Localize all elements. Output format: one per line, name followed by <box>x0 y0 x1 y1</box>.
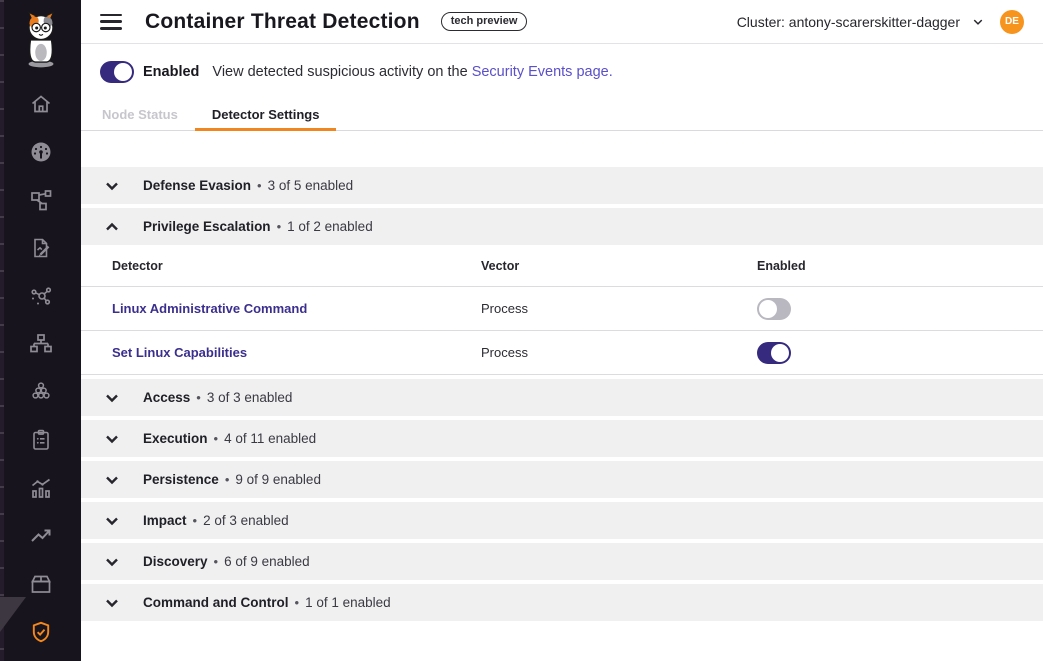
section-privilege-escalation[interactable]: Privilege Escalation • 1 of 2 enabled <box>81 208 1043 245</box>
menu-icon[interactable] <box>100 14 122 30</box>
status-card: Enabled View detected suspicious activit… <box>81 44 1043 131</box>
section-command-and-control[interactable]: Command and Control • 1 of 1 enabled <box>81 584 1043 621</box>
security-events-link[interactable]: Security Events page. <box>472 64 613 80</box>
column-header-vector: Vector <box>481 259 757 273</box>
chevron-down-icon <box>105 179 119 193</box>
detector-settings-panel: Defense Evasion • 3 of 5 enabled Privile… <box>81 131 1043 661</box>
page-title: Container Threat Detection <box>145 10 420 34</box>
chevron-down-icon <box>105 473 119 487</box>
chevron-down-icon <box>105 432 119 446</box>
section-access[interactable]: Access • 3 of 3 enabled <box>81 379 1043 416</box>
section-execution[interactable]: Execution • 4 of 11 enabled <box>81 420 1043 457</box>
cluster-nodes-icon[interactable] <box>29 380 53 404</box>
cat-mascot-icon <box>18 11 64 69</box>
chevron-down-icon <box>105 391 119 405</box>
table-row: Linux Administrative Command Process <box>81 287 1043 331</box>
cluster-selector-label: Cluster: antony-scarerskitter-dagger <box>737 14 960 30</box>
chevron-down-icon <box>105 555 119 569</box>
chevron-down-icon <box>972 16 984 28</box>
sidebar-fold-decoration <box>0 597 26 632</box>
home-icon[interactable] <box>29 92 53 116</box>
status-description: View detected suspicious activity on the… <box>212 64 612 80</box>
detector-link-linux-administrative-command[interactable]: Linux Administrative Command <box>112 301 481 316</box>
vector-value: Process <box>481 301 757 316</box>
tab-bar: Node Status Detector Settings <box>85 99 336 130</box>
table-row: Set Linux Capabilities Process <box>81 331 1043 375</box>
section-impact[interactable]: Impact • 2 of 3 enabled <box>81 502 1043 539</box>
detector-link-set-linux-capabilities[interactable]: Set Linux Capabilities <box>112 345 481 360</box>
vector-value: Process <box>481 345 757 360</box>
tech-preview-badge: tech preview <box>441 12 528 31</box>
column-header-detector: Detector <box>112 259 481 273</box>
chevron-down-icon <box>105 514 119 528</box>
section-defense-evasion[interactable]: Defense Evasion • 3 of 5 enabled <box>81 167 1043 204</box>
chart-metrics-icon[interactable] <box>29 476 53 500</box>
detector-toggle[interactable] <box>757 342 791 364</box>
enabled-label: Enabled <box>143 64 199 80</box>
column-header-enabled: Enabled <box>757 259 1043 273</box>
sidebar-nav <box>0 92 81 644</box>
shield-check-icon[interactable] <box>29 620 53 644</box>
topology-icon[interactable] <box>29 188 53 212</box>
chevron-down-icon <box>105 596 119 610</box>
gauge-icon[interactable] <box>29 140 53 164</box>
sidebar <box>0 0 81 661</box>
tab-detector-settings[interactable]: Detector Settings <box>195 99 337 130</box>
user-avatar[interactable]: DE <box>1000 10 1024 34</box>
sitemap-icon[interactable] <box>29 332 53 356</box>
package-icon[interactable] <box>29 572 53 596</box>
detector-toggle[interactable] <box>757 298 791 320</box>
section-persistence[interactable]: Persistence • 9 of 9 enabled <box>81 461 1043 498</box>
app-logo[interactable] <box>0 11 81 69</box>
detector-table: Detector Vector Enabled Linux Administra… <box>81 245 1043 375</box>
report-edit-icon[interactable] <box>29 236 53 260</box>
tab-node-status[interactable]: Node Status <box>85 99 195 130</box>
detector-table-header: Detector Vector Enabled <box>81 245 1043 287</box>
top-header: Container Threat Detection tech preview … <box>81 0 1043 44</box>
section-discovery[interactable]: Discovery • 6 of 9 enabled <box>81 543 1043 580</box>
chevron-up-icon <box>105 220 119 234</box>
network-graph-icon[interactable] <box>29 284 53 308</box>
cluster-selector[interactable]: Cluster: antony-scarerskitter-dagger <box>737 14 984 30</box>
trend-arrow-icon[interactable] <box>29 524 53 548</box>
clipboard-icon[interactable] <box>29 428 53 452</box>
enabled-toggle[interactable] <box>100 61 134 83</box>
